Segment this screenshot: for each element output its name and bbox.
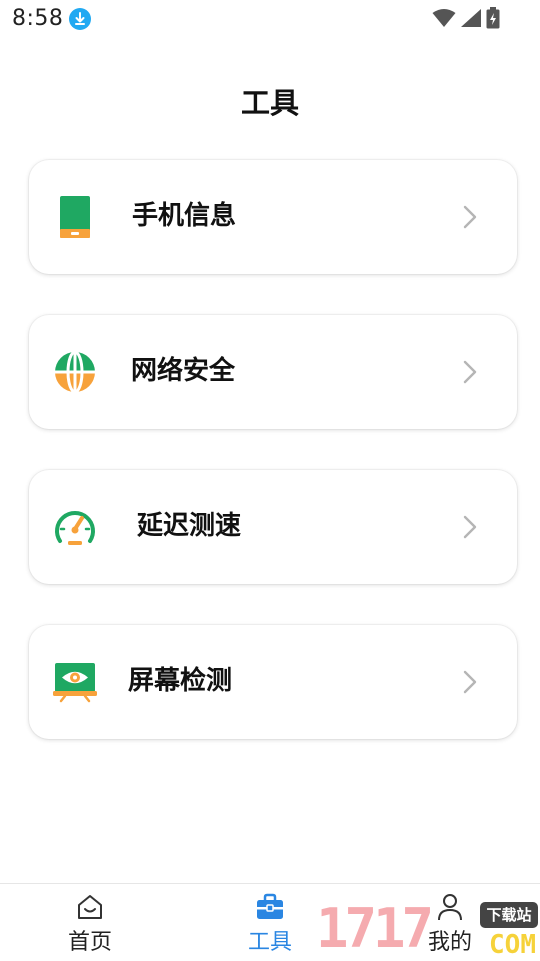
watermark-tag: 下载站 (480, 902, 538, 928)
status-icons (432, 7, 500, 29)
tool-card-phone-info[interactable]: 手机信息 (29, 160, 517, 274)
speedometer-icon (55, 511, 95, 545)
watermark-suffix: COM (489, 930, 536, 960)
page-title: 工具 (240, 86, 299, 120)
status-bar: 8:58 (0, 0, 540, 38)
tool-card-label: 网络安全 (131, 356, 236, 386)
nav-item-tools[interactable]: 工具 (210, 884, 330, 961)
tool-card-network-security[interactable]: 网络安全 (29, 315, 517, 429)
phone-icon (60, 196, 90, 238)
download-icon (69, 8, 91, 30)
tool-card-label: 手机信息 (132, 201, 237, 231)
monitor-eye-icon (53, 663, 97, 703)
chevron-right-icon (463, 515, 477, 539)
chevron-right-icon (463, 360, 477, 384)
nav-item-home[interactable]: 首页 (30, 884, 150, 961)
nav-label: 工具 (247, 930, 292, 955)
nav-label: 首页 (67, 930, 112, 955)
status-time: 8:58 (12, 6, 64, 31)
chevron-right-icon (463, 670, 477, 694)
watermark-logo: 1717 下载站 COM (316, 898, 540, 960)
tool-card-latency-test[interactable]: 延迟测速 (29, 470, 517, 584)
globe-icon (55, 350, 95, 394)
wifi-icon (432, 9, 456, 27)
tool-card-screen-check[interactable]: 屏幕检测 (29, 625, 517, 739)
watermark-digits: 1717 (316, 897, 434, 960)
tool-card-label: 屏幕检测 (128, 666, 233, 696)
battery-charging-icon (486, 7, 500, 29)
toolbox-icon (257, 893, 283, 919)
tool-card-label: 延迟测速 (137, 511, 242, 541)
signal-icon (461, 9, 481, 27)
chevron-right-icon (463, 205, 477, 229)
home-icon (78, 895, 102, 919)
